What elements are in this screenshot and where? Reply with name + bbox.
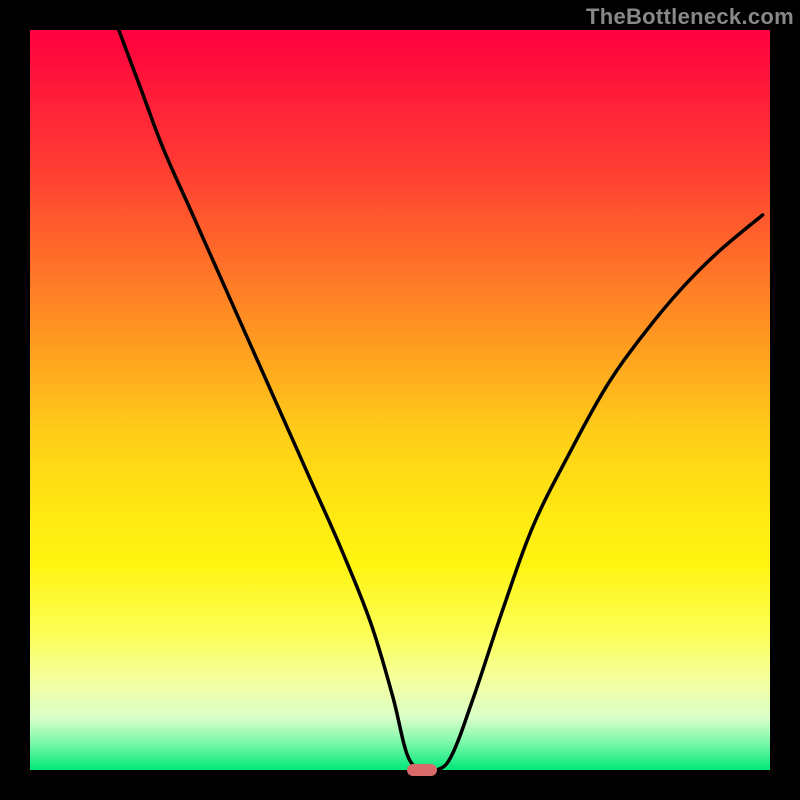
optimal-marker [407,764,437,776]
bottleneck-curve [30,30,770,770]
chart-frame: TheBottleneck.com [0,0,800,800]
plot-area [30,30,770,770]
watermark-label: TheBottleneck.com [586,4,794,30]
